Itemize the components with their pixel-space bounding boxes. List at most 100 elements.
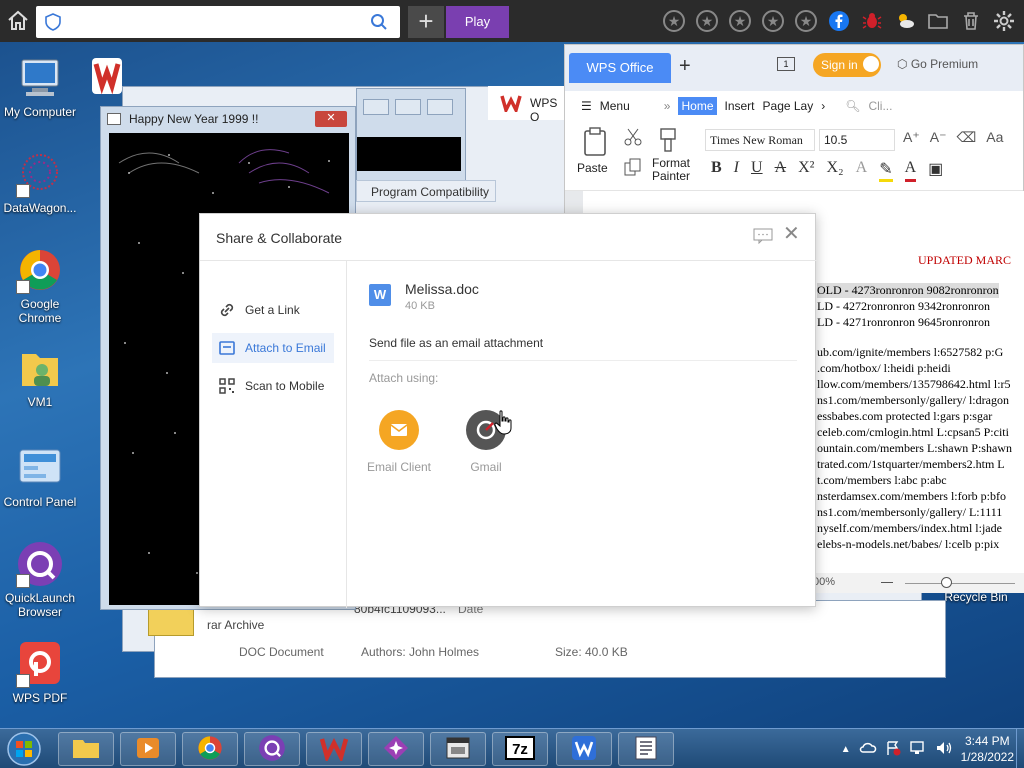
paste-icon[interactable] (581, 127, 609, 157)
star-icon[interactable]: ★ (695, 9, 719, 33)
chevron-up-icon[interactable]: ▲ (841, 744, 851, 755)
star-icon[interactable]: ★ (794, 9, 818, 33)
double-chevron-icon[interactable]: » (664, 99, 671, 113)
flag-alert-icon[interactable] (885, 740, 901, 759)
gmail-label: Gmail (470, 460, 502, 474)
superscript-icon[interactable]: X² (798, 159, 814, 182)
option-scan-to-mobile[interactable]: Scan to Mobile (212, 371, 334, 401)
facebook-icon[interactable] (827, 9, 851, 33)
search-input[interactable] (64, 12, 364, 32)
tab-insert[interactable]: Insert (725, 99, 755, 113)
maximize-button[interactable] (395, 99, 421, 115)
sign-in-label: Sign in (821, 58, 858, 72)
network-icon[interactable] (909, 740, 927, 759)
taskbar-quicklaunch[interactable] (244, 732, 300, 766)
change-case-icon[interactable]: Aa (986, 129, 1003, 146)
taskbar-media-player[interactable] (120, 732, 176, 766)
taskbar-terminal[interactable] (430, 732, 486, 766)
command-search[interactable]: Cli... (868, 99, 892, 113)
menu-button[interactable]: Menu (600, 99, 630, 113)
zoom-level[interactable]: 00% (813, 576, 835, 588)
star-icon[interactable]: ★ (761, 9, 785, 33)
clock[interactable]: 3:44 PM 1/28/2022 (961, 733, 1014, 765)
media-player-icon (135, 735, 161, 764)
star-icon[interactable]: ★ (728, 9, 752, 33)
highlight-icon[interactable]: ✎ (879, 159, 893, 182)
close-button[interactable] (427, 99, 453, 115)
start-button[interactable] (4, 731, 44, 767)
search-icon[interactable] (370, 13, 388, 31)
underline-icon[interactable]: U (751, 159, 763, 182)
feedback-icon[interactable] (753, 228, 773, 245)
desktop-icon-control-panel[interactable]: Control Panel (0, 444, 80, 509)
desktop-icon-datawagon[interactable]: DataWagon... (0, 150, 80, 215)
paste-label[interactable]: Paste (577, 161, 608, 175)
taskbar-chrome[interactable] (182, 732, 238, 766)
option-attach-to-email[interactable]: Attach to Email (212, 333, 334, 363)
desktop-icon-vm1[interactable]: VM1 (0, 344, 80, 409)
text-effect-icon[interactable]: A (856, 159, 868, 182)
new-tab-icon[interactable]: + (679, 55, 691, 78)
grow-font-icon[interactable]: A⁺ (903, 129, 920, 146)
chevron-right-icon[interactable]: › (821, 99, 825, 113)
gmail-option[interactable]: Gmail (446, 410, 526, 474)
format-painter-label[interactable]: Format Painter (649, 157, 693, 183)
taskbar-wps-writer[interactable] (556, 732, 612, 766)
new-tab-button[interactable]: + (408, 6, 444, 38)
desktop-icon-quicklaunch[interactable]: QuickLaunch Browser (0, 540, 80, 619)
font-color-icon[interactable]: A (904, 159, 917, 182)
email-client-option[interactable]: Email Client (359, 410, 439, 474)
window-count-icon[interactable]: 1 (777, 57, 795, 71)
trash-icon[interactable] (959, 9, 983, 33)
close-icon[interactable]: ✕ (783, 224, 801, 244)
zoom-slider-track[interactable] (905, 583, 1015, 584)
star-icon[interactable]: ★ (662, 9, 686, 33)
volume-icon[interactable] (935, 740, 953, 759)
play-button[interactable]: Play (446, 6, 509, 38)
shortcut-arrow-icon (16, 574, 30, 588)
subscript-icon[interactable]: X₂ (826, 159, 843, 182)
taskbar-wps-office[interactable] (306, 732, 362, 766)
format-painter-icon[interactable] (657, 127, 679, 153)
zoom-out-icon[interactable] (881, 582, 893, 583)
zoom-slider-thumb[interactable] (941, 577, 952, 588)
char-border-icon[interactable]: ▣ (928, 159, 943, 182)
gear-icon[interactable] (992, 9, 1016, 33)
weather-icon[interactable] (893, 9, 917, 33)
sign-in-button[interactable]: Sign in (813, 53, 881, 77)
italic-icon[interactable]: I (734, 159, 739, 182)
shrink-font-icon[interactable]: A⁻ (930, 129, 947, 146)
font-size-select[interactable]: 10.5 (819, 129, 895, 151)
close-button[interactable]: ✕ (315, 111, 347, 127)
program-compatibility-tab[interactable]: Program Compatibility (356, 180, 496, 202)
minimize-button[interactable] (363, 99, 389, 115)
taskbar-notepad[interactable] (618, 732, 674, 766)
copy-icon[interactable] (623, 157, 643, 177)
tab-page-layout[interactable]: Page Lay (763, 99, 814, 113)
bug-icon[interactable] (860, 9, 884, 33)
tab-home[interactable]: Home (678, 97, 717, 115)
desktop-icon-wps-pdf[interactable]: WPS PDF (0, 640, 80, 705)
cloud-sync-icon[interactable] (859, 740, 877, 759)
taskbar-app-purple[interactable] (368, 732, 424, 766)
doc-line: ountain.com/members L:shawn P:shawn (817, 441, 1012, 455)
desktop-icon-my-computer[interactable]: My Computer (0, 54, 80, 119)
desktop-icon-chrome[interactable]: Google Chrome (0, 246, 80, 325)
strikethrough-icon[interactable]: A (775, 159, 787, 182)
hamburger-icon[interactable]: ☰ (581, 99, 592, 113)
taskbar-7zip[interactable]: 7z (492, 732, 548, 766)
font-name-select[interactable]: Times New Roman (705, 129, 815, 151)
search-icon[interactable]: 🔍︎ (845, 99, 860, 113)
eraser-icon[interactable]: ⌫ (956, 129, 976, 146)
wps-desktop-icon[interactable] (90, 54, 124, 102)
show-desktop-button[interactable] (1016, 729, 1024, 768)
home-icon[interactable] (6, 9, 30, 33)
bold-icon[interactable]: B (711, 159, 722, 182)
tab-wps-office[interactable]: WPS Office (569, 53, 671, 83)
option-get-a-link[interactable]: Get a Link (212, 295, 334, 325)
cut-icon[interactable] (623, 127, 643, 147)
address-bar[interactable] (36, 6, 400, 38)
taskbar-explorer[interactable] (58, 732, 114, 766)
go-premium-button[interactable]: ⬡ Go Premium (897, 57, 978, 71)
folder-icon[interactable] (926, 9, 950, 33)
